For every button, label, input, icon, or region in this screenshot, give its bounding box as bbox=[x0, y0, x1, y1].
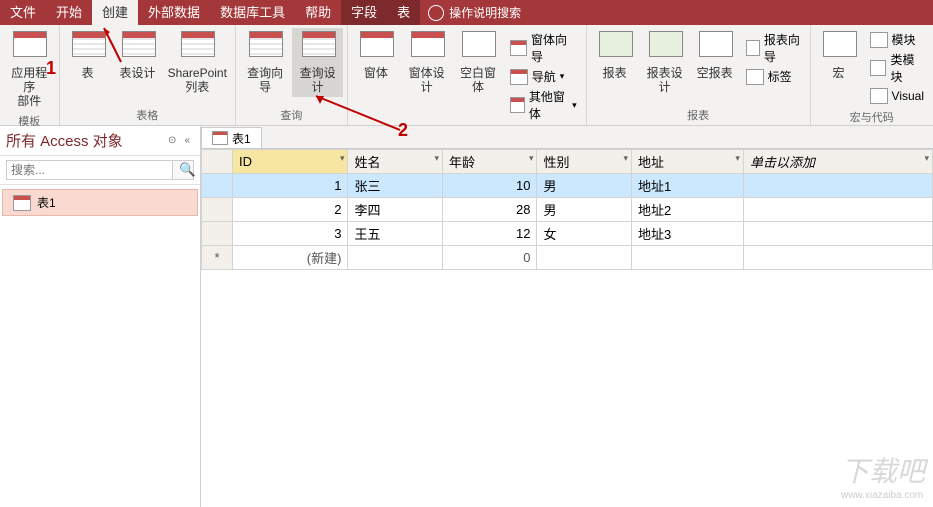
report-design-button[interactable]: 报表设计 bbox=[641, 28, 689, 97]
blank-form-button[interactable]: 空白窗体 bbox=[453, 28, 502, 97]
query-wizard-button[interactable]: 查询向导 bbox=[240, 28, 290, 97]
tab-file[interactable]: 文件 bbox=[0, 0, 46, 25]
form-button[interactable]: 窗体 bbox=[352, 28, 400, 83]
col-name[interactable]: 姓名▾ bbox=[348, 150, 443, 174]
class-module-button[interactable]: 类模块 bbox=[867, 50, 927, 86]
nav-title[interactable]: 所有 Access 对象 bbox=[6, 130, 164, 151]
col-gender[interactable]: 性别▾ bbox=[537, 150, 632, 174]
macro-button[interactable]: 宏 bbox=[815, 28, 863, 83]
tell-me-search[interactable]: 操作说明搜索 bbox=[428, 4, 521, 21]
tab-create[interactable]: 创建 bbox=[92, 0, 138, 25]
module-button[interactable]: 模块 bbox=[867, 30, 927, 49]
tab-home[interactable]: 开始 bbox=[46, 0, 92, 25]
nav-item-table1[interactable]: 表1 bbox=[2, 189, 198, 216]
form-design-button[interactable]: 窗体设计 bbox=[402, 28, 451, 97]
tab-field[interactable]: 字段 bbox=[341, 0, 387, 25]
labels-button[interactable]: 标签 bbox=[743, 67, 804, 86]
tab-external[interactable]: 外部数据 bbox=[138, 0, 210, 25]
nav-button[interactable]: 导航▾ bbox=[507, 67, 580, 86]
col-address[interactable]: 地址▾ bbox=[631, 150, 743, 174]
col-age[interactable]: 年龄▾ bbox=[442, 150, 537, 174]
group-code: 宏与代码 bbox=[815, 107, 929, 127]
form-wizard-button[interactable]: 窗体向导 bbox=[507, 30, 580, 66]
col-add[interactable]: 单击以添加▾ bbox=[743, 150, 932, 174]
ribbon: 应用程序 部件 模板 表 表设计 SharePoint 列表 表格 查询向导 查… bbox=[0, 25, 933, 126]
table-icon bbox=[13, 195, 31, 211]
new-row[interactable]: *(新建)0 bbox=[202, 246, 933, 270]
group-query: 查询 bbox=[240, 105, 343, 125]
table-row[interactable]: 2李四28男地址2 bbox=[202, 198, 933, 222]
blank-report-button[interactable]: 空报表 bbox=[691, 28, 739, 83]
app-parts-button[interactable]: 应用程序 部件 bbox=[4, 28, 55, 111]
table-icon bbox=[212, 131, 228, 145]
sharepoint-button[interactable]: SharePoint 列表 bbox=[164, 28, 231, 97]
datasheet-grid[interactable]: ID▾ 姓名▾ 年龄▾ 性别▾ 地址▾ 单击以添加▾ 1张三10男地址1 2李四… bbox=[201, 149, 933, 507]
group-tables: 表格 bbox=[64, 105, 231, 125]
visual-button[interactable]: Visual bbox=[867, 87, 927, 105]
title-bar: 文件 开始 创建 外部数据 数据库工具 帮助 字段 表 操作说明搜索 bbox=[0, 0, 933, 25]
doc-tab-table1[interactable]: 表1 bbox=[201, 127, 262, 148]
table-row[interactable]: 3王五12女地址3 bbox=[202, 222, 933, 246]
report-button[interactable]: 报表 bbox=[591, 28, 639, 83]
nav-search-button[interactable]: 🔍 bbox=[172, 160, 194, 180]
nav-search-input[interactable] bbox=[6, 160, 173, 180]
nav-dropdown-icon[interactable]: ⊙ bbox=[168, 135, 176, 146]
tell-me-label: 操作说明搜索 bbox=[449, 4, 521, 21]
bulb-icon bbox=[428, 5, 444, 21]
document-tabs: 表1 bbox=[201, 126, 933, 149]
select-all-cell[interactable] bbox=[202, 150, 233, 174]
navigation-pane: 所有 Access 对象 ⊙ « 🔍 表1 bbox=[0, 126, 201, 507]
dropdown-icon[interactable]: ▾ bbox=[340, 153, 345, 164]
table-design-button[interactable]: 表设计 bbox=[114, 28, 162, 83]
query-design-button[interactable]: 查询设计 bbox=[292, 28, 342, 97]
table-row[interactable]: 1张三10男地址1 bbox=[202, 174, 933, 198]
nav-collapse-icon[interactable]: « bbox=[184, 135, 190, 146]
table-button[interactable]: 表 bbox=[64, 28, 112, 83]
tab-dbtools[interactable]: 数据库工具 bbox=[210, 0, 295, 25]
tab-table[interactable]: 表 bbox=[387, 0, 420, 25]
group-reports: 报表 bbox=[591, 105, 806, 125]
other-forms-button[interactable]: 其他窗体▾ bbox=[507, 87, 580, 123]
tab-help[interactable]: 帮助 bbox=[295, 0, 341, 25]
doc-tab-label: 表1 bbox=[232, 130, 251, 147]
report-wizard-button[interactable]: 报表向导 bbox=[743, 30, 804, 66]
nav-item-label: 表1 bbox=[37, 194, 56, 211]
col-id[interactable]: ID▾ bbox=[233, 150, 348, 174]
